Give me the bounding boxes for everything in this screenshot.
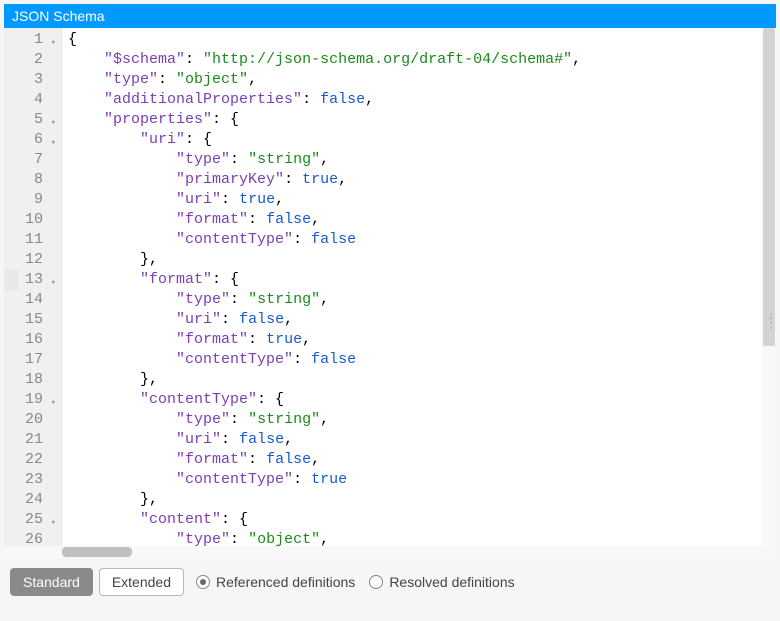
- gutter-line: 15: [4, 310, 57, 330]
- horizontal-scrollbar[interactable]: [4, 546, 776, 558]
- overflow-menu-icon[interactable]: ⋮⋮: [764, 318, 778, 326]
- gutter-line: 16: [4, 330, 57, 350]
- code-line[interactable]: "format": false,: [68, 210, 762, 230]
- standard-button[interactable]: Standard: [10, 568, 93, 596]
- gutter-line: 24: [4, 490, 57, 510]
- code-line[interactable]: "$schema": "http://json-schema.org/draft…: [68, 50, 762, 70]
- code-line[interactable]: "primaryKey": true,: [68, 170, 762, 190]
- code-line[interactable]: },: [68, 490, 762, 510]
- referenced-radio[interactable]: [196, 575, 210, 589]
- code-line[interactable]: {: [68, 30, 762, 50]
- gutter-line: 10: [4, 210, 57, 230]
- schema-toolbar: Standard Extended Referenced definitions…: [4, 558, 776, 606]
- code-line[interactable]: "uri": {: [68, 130, 762, 150]
- gutter-line: 12: [4, 250, 57, 270]
- code-line[interactable]: "type": "string",: [68, 150, 762, 170]
- horizontal-scroll-thumb[interactable]: [62, 547, 132, 557]
- code-line[interactable]: },: [68, 370, 762, 390]
- code-line[interactable]: "uri": false,: [68, 310, 762, 330]
- referenced-radio-label: Referenced definitions: [216, 574, 355, 590]
- panel-title: JSON Schema: [4, 4, 776, 28]
- json-schema-panel: JSON Schema 1▾2345▾6▾78910111213▾1415161…: [4, 4, 776, 558]
- gutter-line: 23: [4, 470, 57, 490]
- extended-button[interactable]: Extended: [99, 568, 184, 596]
- gutter-line: 5▾: [4, 110, 57, 130]
- code-line[interactable]: "format": false,: [68, 450, 762, 470]
- vertical-scrollbar[interactable]: [762, 28, 776, 558]
- code-line[interactable]: "content": {: [68, 510, 762, 530]
- code-line[interactable]: "contentType": {: [68, 390, 762, 410]
- code-line[interactable]: "properties": {: [68, 110, 762, 130]
- gutter-line: 7: [4, 150, 57, 170]
- fold-highlight: [4, 270, 18, 290]
- gutter-line: 17: [4, 350, 57, 370]
- vertical-scroll-thumb[interactable]: [763, 28, 775, 346]
- gutter-line: 9: [4, 190, 57, 210]
- line-gutter: 1▾2345▾6▾78910111213▾141516171819▾202122…: [4, 28, 62, 558]
- gutter-line: 8: [4, 170, 57, 190]
- code-line[interactable]: "contentType": false: [68, 350, 762, 370]
- code-line[interactable]: "additionalProperties": false,: [68, 90, 762, 110]
- code-line[interactable]: "format": {: [68, 270, 762, 290]
- resolved-radio-label: Resolved definitions: [389, 574, 514, 590]
- code-line[interactable]: "format": true,: [68, 330, 762, 350]
- gutter-line: 18: [4, 370, 57, 390]
- code-line[interactable]: "type": "string",: [68, 290, 762, 310]
- code-line[interactable]: "uri": false,: [68, 430, 762, 450]
- gutter-line: 2: [4, 50, 57, 70]
- resolved-radio[interactable]: [369, 575, 383, 589]
- gutter-line: 11: [4, 230, 57, 250]
- gutter-line: 22: [4, 450, 57, 470]
- definitions-radio-group: Referenced definitions Resolved definiti…: [196, 574, 525, 590]
- code-area[interactable]: { "$schema": "http://json-schema.org/dra…: [62, 28, 762, 558]
- code-line[interactable]: },: [68, 250, 762, 270]
- gutter-line: 20: [4, 410, 57, 430]
- gutter-line: 25▾: [4, 510, 57, 530]
- code-line[interactable]: "type": "object",: [68, 70, 762, 90]
- gutter-line: 21: [4, 430, 57, 450]
- code-editor[interactable]: 1▾2345▾6▾78910111213▾141516171819▾202122…: [4, 28, 776, 558]
- code-line[interactable]: "contentType": true: [68, 470, 762, 490]
- code-line[interactable]: "contentType": false: [68, 230, 762, 250]
- gutter-line: 19▾: [4, 390, 57, 410]
- code-line[interactable]: "uri": true,: [68, 190, 762, 210]
- gutter-line: 1▾: [4, 30, 57, 50]
- gutter-line: 6▾: [4, 130, 57, 150]
- code-line[interactable]: "type": "string",: [68, 410, 762, 430]
- gutter-line: 4: [4, 90, 57, 110]
- gutter-line: 3: [4, 70, 57, 90]
- gutter-line: 14: [4, 290, 57, 310]
